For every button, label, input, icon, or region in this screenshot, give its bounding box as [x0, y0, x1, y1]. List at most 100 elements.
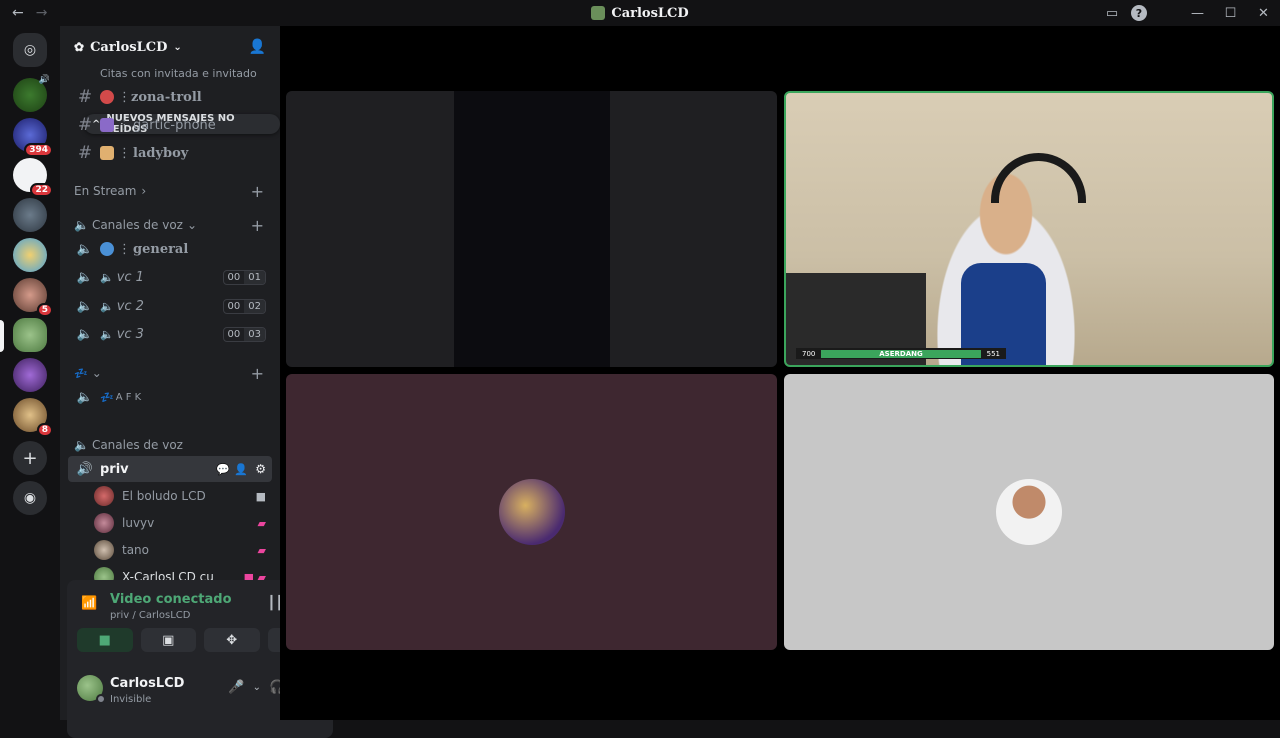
inbox-icon[interactable]: ▭ [1101, 2, 1123, 24]
speaker-icon: 🔈 [76, 298, 94, 314]
video-camera-icon: ■ [255, 489, 266, 503]
minimize-button[interactable]: — [1181, 0, 1214, 26]
speaker-emoji-icon: 🔈 [100, 327, 114, 341]
user-limit-badge: 00 02 [222, 298, 266, 314]
voice-channel-afk[interactable]: 🔈 💤 A F K [68, 384, 272, 410]
guild-list: ◎ 🔊 394 22 5 8 + ◉ [0, 26, 60, 720]
text-channel-ladyboy[interactable]: # ⋮ ladyboy [68, 140, 272, 166]
window-title: CarlosLCD [0, 6, 1280, 21]
avatar [94, 513, 114, 533]
video-stage: 700 ASERDANG 551 [280, 26, 1280, 720]
text-channel-gartic-phone[interactable]: # ⋮ gartic-phone [68, 112, 272, 138]
channel-cut[interactable]: Citas con invitada e invitado [68, 66, 272, 86]
chat-icon[interactable]: 💬 [216, 463, 230, 476]
voice-user[interactable]: El boludo LCD ■ [94, 483, 272, 509]
server-mini-icon [591, 6, 606, 20]
invite-user-icon[interactable]: 👤 [249, 39, 266, 55]
voice-user[interactable]: tano ▰ [94, 537, 272, 563]
voice-status: Video conectado [110, 592, 232, 607]
add-server-icon[interactable]: + [13, 441, 47, 475]
category-voice-channels-2[interactable]: 🔈 Canales de voz [74, 436, 270, 454]
channel-sidebar: ✿ CarlosLCD ⌄ 👤 Citas con invitada e inv… [60, 26, 333, 738]
settings-gear-icon[interactable]: ⚙ [255, 462, 266, 476]
category-zzz[interactable]: 💤 ⌄ + [74, 364, 270, 383]
speaker-icon: 🔈 [76, 269, 94, 285]
activities-button[interactable]: ✥ [204, 628, 260, 652]
guild-icon[interactable] [13, 318, 47, 352]
camera-button[interactable]: ■ [77, 628, 133, 652]
discord-home-icon[interactable]: ◎ [13, 33, 47, 67]
discover-icon[interactable]: ◉ [13, 481, 47, 515]
channel-emoji-icon [100, 146, 114, 160]
guild-icon[interactable] [13, 198, 47, 232]
speaker-icon: 🔈 [74, 438, 89, 452]
speaker-icon: 🔈 [76, 326, 94, 342]
avatar [498, 479, 565, 545]
speaker-emoji-icon: 🔈 [100, 299, 114, 313]
maximize-button[interactable]: ☐ [1214, 0, 1247, 26]
avatar [94, 567, 114, 581]
avatar [94, 540, 114, 560]
forward-arrow-icon[interactable]: → [36, 5, 48, 21]
guild-icon[interactable]: 22 [13, 158, 53, 197]
text-channel-zona-troll[interactable]: # ⋮ zona-troll [68, 84, 272, 110]
guild-icon[interactable]: 5 [13, 278, 53, 317]
user-limit-badge: 00 01 [222, 269, 266, 285]
video-camera-icon: ■ [98, 632, 111, 648]
screen-share-icon: ▣ [162, 632, 175, 648]
add-channel-icon[interactable]: + [251, 182, 264, 201]
chevron-down-icon: ⌄ [173, 41, 182, 53]
chevron-down-icon: ⌄ [91, 366, 102, 380]
microphone-icon[interactable]: 🎤 [228, 680, 244, 695]
signal-icon[interactable]: 📶 [81, 596, 97, 611]
voice-channel-vc3[interactable]: 🔈 🔈 vc 3 00 03 [68, 321, 272, 347]
speaker-emoji-icon: 🔈 [100, 270, 114, 284]
chevron-right-icon: › [141, 184, 147, 198]
guild-icon[interactable]: 🔊 [13, 75, 50, 112]
hash-icon: # [77, 115, 93, 135]
server-header[interactable]: ✿ CarlosLCD ⌄ 👤 [60, 26, 280, 68]
add-channel-icon[interactable]: + [251, 216, 264, 235]
title-bar: ← → CarlosLCD ▭ ? — ☐ ✕ [0, 0, 1280, 26]
chevron-down-icon[interactable]: ⌄ [253, 682, 261, 693]
globe-icon [100, 242, 114, 256]
guild-icon[interactable]: 8 [13, 398, 53, 437]
sleep-emoji-icon: 💤 [100, 390, 114, 404]
add-channel-icon[interactable]: + [251, 364, 264, 383]
back-arrow-icon[interactable]: ← [12, 5, 24, 21]
voice-channel-vc2[interactable]: 🔈 🔈 vc 2 00 02 [68, 293, 272, 319]
voice-user[interactable]: X-CarlosLCD cu ■ ▰ [94, 564, 272, 581]
help-icon[interactable]: ? [1131, 5, 1147, 21]
chevron-down-icon: ⌄ [186, 218, 198, 232]
video-tile-stream[interactable] [286, 91, 777, 367]
server-badge-icon: ✿ [74, 40, 85, 54]
activity-icon: ▰ [257, 543, 266, 557]
voice-channel-general[interactable]: 🔈 ⋮ general [68, 236, 272, 262]
channel-emoji-icon [100, 118, 114, 132]
video-tile-user[interactable] [784, 374, 1274, 650]
close-button[interactable]: ✕ [1247, 0, 1280, 26]
server-name: CarlosLCD [90, 39, 168, 55]
avatar [94, 486, 114, 506]
guild-icon[interactable] [13, 358, 47, 392]
sleep-emoji-icon: 💤 [74, 366, 88, 380]
user-status-text: Invisible [110, 694, 152, 705]
guild-icon[interactable] [13, 238, 47, 272]
speaker-icon: 🔈 [74, 218, 89, 232]
guild-icon[interactable]: 394 [13, 118, 53, 157]
video-tile-user[interactable] [286, 374, 777, 650]
voice-channel-vc1[interactable]: 🔈 🔈 vc 1 00 01 [68, 264, 272, 290]
video-tile-camera[interactable]: 700 ASERDANG 551 [784, 91, 1274, 367]
category-en-stream[interactable]: En Stream › + [74, 182, 270, 201]
voice-location[interactable]: priv / CarlosLCD [110, 610, 190, 621]
category-voice-channels[interactable]: 🔈 Canales de voz ⌄ + [74, 216, 270, 235]
hash-icon: # [77, 143, 93, 163]
invite-icon[interactable]: 👤 [234, 463, 248, 476]
voice-channel-priv-active[interactable]: 🔊 priv 💬 👤 ⚙ [68, 456, 272, 482]
username[interactable]: CarlosLCD [110, 676, 184, 691]
status-indicator [96, 694, 106, 704]
voice-user[interactable]: luvyv ▰ [94, 510, 272, 536]
screen-share-button[interactable]: ▣ [140, 628, 196, 652]
channel-emoji-icon [100, 90, 114, 104]
selected-guild-indicator [0, 320, 4, 352]
